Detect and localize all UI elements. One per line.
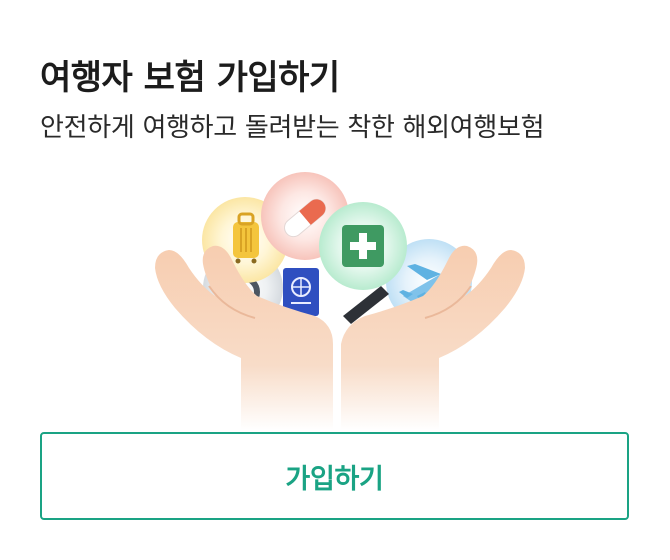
medical-cross-icon (319, 202, 407, 290)
page-subtitle: 안전하게 여행하고 돌려받는 착한 해외여행보험 (40, 113, 545, 143)
insurance-signup-card: 여행자 보험 가입하기 안전하게 여행하고 돌려받는 착한 해외여행보험 가입하… (0, 0, 670, 560)
page-title: 여행자 보험 가입하기 (40, 58, 340, 98)
signup-button[interactable]: 가입하기 (40, 432, 629, 520)
hands-holding-travel-items-illustration (155, 172, 525, 430)
